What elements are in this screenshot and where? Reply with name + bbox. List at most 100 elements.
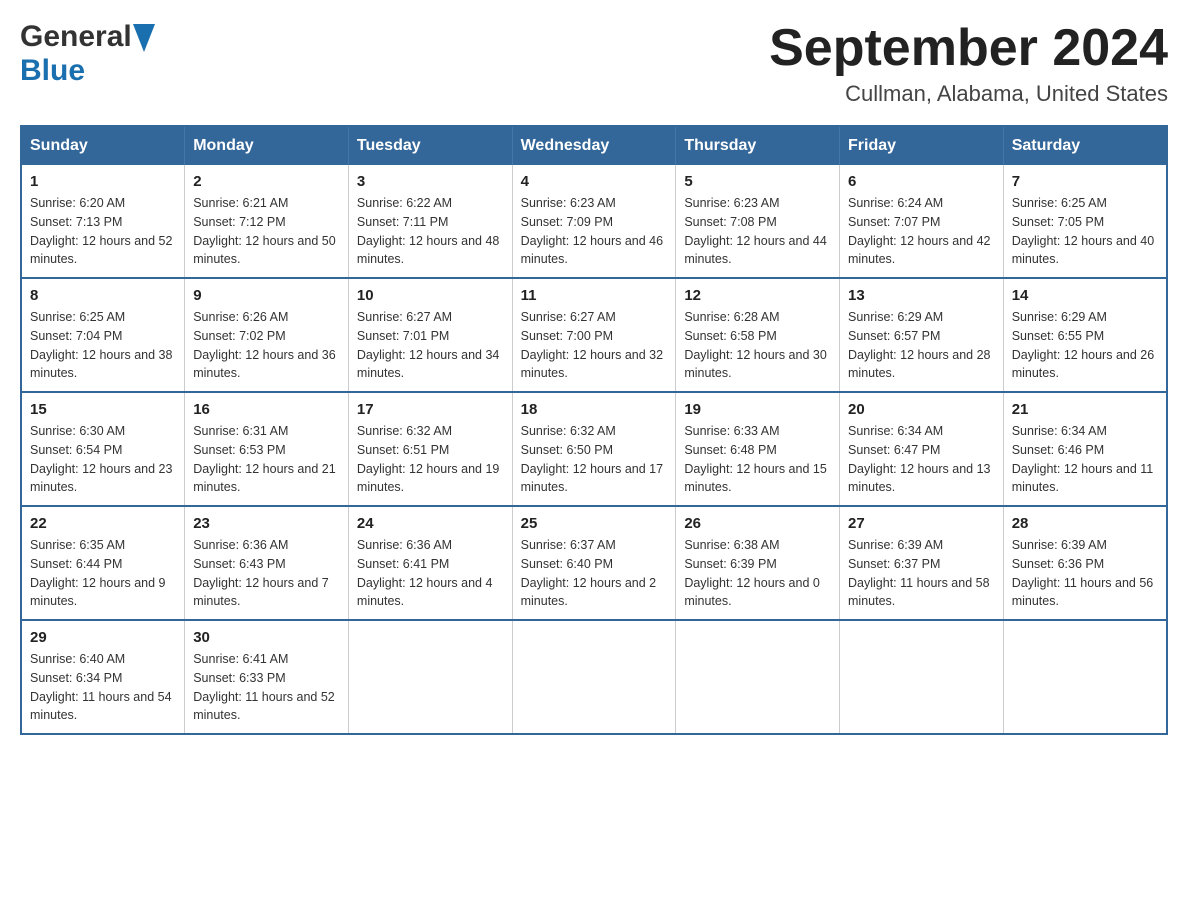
day-info: Sunrise: 6:29 AMSunset: 6:57 PMDaylight:… <box>848 308 995 383</box>
col-header-sunday: Sunday <box>21 126 185 165</box>
day-number: 21 <box>1012 401 1158 418</box>
day-number: 13 <box>848 287 995 304</box>
calendar-cell: 13 Sunrise: 6:29 AMSunset: 6:57 PMDayligh… <box>840 278 1004 392</box>
day-info: Sunrise: 6:35 AMSunset: 6:44 PMDaylight:… <box>30 536 176 611</box>
day-info: Sunrise: 6:31 AMSunset: 6:53 PMDaylight:… <box>193 422 340 497</box>
calendar-cell <box>512 620 676 734</box>
day-info: Sunrise: 6:32 AMSunset: 6:51 PMDaylight:… <box>357 422 504 497</box>
calendar-cell: 14Sunrise: 6:29 AMSunset: 6:55 PMDayligh… <box>1003 278 1167 392</box>
subtitle: Cullman, Alabama, United States <box>769 81 1168 107</box>
day-info: Sunrise: 6:38 AMSunset: 6:39 PMDaylight:… <box>684 536 831 611</box>
title-section: September 2024 Cullman, Alabama, United … <box>769 20 1168 107</box>
calendar-cell: 2 Sunrise: 6:21 AMSunset: 7:12 PMDaylight… <box>185 165 349 278</box>
day-number: 4 <box>521 173 668 190</box>
calendar-cell: 1 Sunrise: 6:20 AMSunset: 7:13 PMDaylight… <box>21 165 185 278</box>
day-info: Sunrise: 6:21 AMSunset: 7:12 PMDaylight:… <box>193 194 340 269</box>
day-number: 6 <box>848 173 995 190</box>
calendar-cell <box>676 620 840 734</box>
day-info: Sunrise: 6:29 AMSunset: 6:55 PMDaylight:… <box>1012 308 1158 383</box>
calendar-cell: 4Sunrise: 6:23 AMSunset: 7:09 PMDaylight… <box>512 165 676 278</box>
calendar-cell: 24Sunrise: 6:36 AMSunset: 6:41 PMDayligh… <box>348 506 512 620</box>
calendar-cell: 12Sunrise: 6:28 AMSunset: 6:58 PMDayligh… <box>676 278 840 392</box>
calendar-cell: 10 Sunrise: 6:27 AMSunset: 7:01 PMDayligh… <box>348 278 512 392</box>
day-info: Sunrise: 6:20 AMSunset: 7:13 PMDaylight:… <box>30 194 176 269</box>
calendar-cell: 7 Sunrise: 6:25 AMSunset: 7:05 PMDaylight… <box>1003 165 1167 278</box>
calendar-header-row: SundayMondayTuesdayWednesdayThursdayFrid… <box>21 126 1167 165</box>
day-number: 26 <box>684 515 831 532</box>
day-number: 20 <box>848 401 995 418</box>
col-header-thursday: Thursday <box>676 126 840 165</box>
calendar-cell: 18 Sunrise: 6:32 AMSunset: 6:50 PMDayligh… <box>512 392 676 506</box>
day-number: 8 <box>30 287 176 304</box>
calendar-cell <box>840 620 1004 734</box>
day-info: Sunrise: 6:27 AMSunset: 7:00 PMDaylight:… <box>521 308 668 383</box>
day-info: Sunrise: 6:27 AMSunset: 7:01 PMDaylight:… <box>357 308 504 383</box>
day-number: 15 <box>30 401 176 418</box>
col-header-friday: Friday <box>840 126 1004 165</box>
day-info: Sunrise: 6:41 AMSunset: 6:33 PMDaylight:… <box>193 650 340 725</box>
calendar-week-row: 22Sunrise: 6:35 AMSunset: 6:44 PMDayligh… <box>21 506 1167 620</box>
day-number: 3 <box>357 173 504 190</box>
day-info: Sunrise: 6:30 AMSunset: 6:54 PMDaylight:… <box>30 422 176 497</box>
calendar-cell: 20 Sunrise: 6:34 AMSunset: 6:47 PMDayligh… <box>840 392 1004 506</box>
calendar-cell: 6 Sunrise: 6:24 AMSunset: 7:07 PMDaylight… <box>840 165 1004 278</box>
calendar-cell: 8 Sunrise: 6:25 AMSunset: 7:04 PMDaylight… <box>21 278 185 392</box>
col-header-wednesday: Wednesday <box>512 126 676 165</box>
logo-blue-text: Blue <box>20 54 85 88</box>
calendar-week-row: 29Sunrise: 6:40 AMSunset: 6:34 PMDayligh… <box>21 620 1167 734</box>
calendar-cell: 23 Sunrise: 6:36 AMSunset: 6:43 PMDayligh… <box>185 506 349 620</box>
col-header-tuesday: Tuesday <box>348 126 512 165</box>
day-number: 24 <box>357 515 504 532</box>
calendar-cell: 22Sunrise: 6:35 AMSunset: 6:44 PMDayligh… <box>21 506 185 620</box>
calendar-cell: 26 Sunrise: 6:38 AMSunset: 6:39 PMDayligh… <box>676 506 840 620</box>
calendar-cell: 11 Sunrise: 6:27 AMSunset: 7:00 PMDayligh… <box>512 278 676 392</box>
calendar-cell: 28 Sunrise: 6:39 AMSunset: 6:36 PMDayligh… <box>1003 506 1167 620</box>
day-info: Sunrise: 6:25 AMSunset: 7:05 PMDaylight:… <box>1012 194 1158 269</box>
day-number: 9 <box>193 287 340 304</box>
col-header-monday: Monday <box>185 126 349 165</box>
page-header: General Blue September 2024 Cullman, Ala… <box>20 20 1168 107</box>
day-number: 10 <box>357 287 504 304</box>
calendar-cell: 5Sunrise: 6:23 AMSunset: 7:08 PMDaylight… <box>676 165 840 278</box>
calendar-cell: 9 Sunrise: 6:26 AMSunset: 7:02 PMDaylight… <box>185 278 349 392</box>
day-number: 18 <box>521 401 668 418</box>
day-info: Sunrise: 6:34 AMSunset: 6:47 PMDaylight:… <box>848 422 995 497</box>
calendar-cell: 29Sunrise: 6:40 AMSunset: 6:34 PMDayligh… <box>21 620 185 734</box>
calendar-cell: 25Sunrise: 6:37 AMSunset: 6:40 PMDayligh… <box>512 506 676 620</box>
calendar-cell: 30 Sunrise: 6:41 AMSunset: 6:33 PMDayligh… <box>185 620 349 734</box>
logo-arrow-icon <box>133 24 155 52</box>
calendar-cell: 3 Sunrise: 6:22 AMSunset: 7:11 PMDaylight… <box>348 165 512 278</box>
day-number: 27 <box>848 515 995 532</box>
day-info: Sunrise: 6:26 AMSunset: 7:02 PMDaylight:… <box>193 308 340 383</box>
day-info: Sunrise: 6:32 AMSunset: 6:50 PMDaylight:… <box>521 422 668 497</box>
day-number: 16 <box>193 401 340 418</box>
calendar-cell: 15 Sunrise: 6:30 AMSunset: 6:54 PMDayligh… <box>21 392 185 506</box>
day-number: 30 <box>193 629 340 646</box>
day-info: Sunrise: 6:22 AMSunset: 7:11 PMDaylight:… <box>357 194 504 269</box>
day-info: Sunrise: 6:24 AMSunset: 7:07 PMDaylight:… <box>848 194 995 269</box>
logo-general-text: General <box>20 20 132 54</box>
calendar-cell: 16 Sunrise: 6:31 AMSunset: 6:53 PMDayligh… <box>185 392 349 506</box>
calendar-week-row: 1 Sunrise: 6:20 AMSunset: 7:13 PMDaylight… <box>21 165 1167 278</box>
day-number: 23 <box>193 515 340 532</box>
day-info: Sunrise: 6:40 AMSunset: 6:34 PMDaylight:… <box>30 650 176 725</box>
day-number: 12 <box>684 287 831 304</box>
day-number: 7 <box>1012 173 1158 190</box>
day-number: 19 <box>684 401 831 418</box>
col-header-saturday: Saturday <box>1003 126 1167 165</box>
day-number: 5 <box>684 173 831 190</box>
calendar-cell: 27 Sunrise: 6:39 AMSunset: 6:37 PMDayligh… <box>840 506 1004 620</box>
calendar-week-row: 8 Sunrise: 6:25 AMSunset: 7:04 PMDaylight… <box>21 278 1167 392</box>
day-info: Sunrise: 6:39 AMSunset: 6:36 PMDaylight:… <box>1012 536 1158 611</box>
day-info: Sunrise: 6:33 AMSunset: 6:48 PMDaylight:… <box>684 422 831 497</box>
day-number: 1 <box>30 173 176 190</box>
day-info: Sunrise: 6:39 AMSunset: 6:37 PMDaylight:… <box>848 536 995 611</box>
calendar-cell: 17Sunrise: 6:32 AMSunset: 6:51 PMDayligh… <box>348 392 512 506</box>
day-number: 28 <box>1012 515 1158 532</box>
day-number: 11 <box>521 287 668 304</box>
day-info: Sunrise: 6:25 AMSunset: 7:04 PMDaylight:… <box>30 308 176 383</box>
day-info: Sunrise: 6:36 AMSunset: 6:43 PMDaylight:… <box>193 536 340 611</box>
day-info: Sunrise: 6:37 AMSunset: 6:40 PMDaylight:… <box>521 536 668 611</box>
calendar-table: SundayMondayTuesdayWednesdayThursdayFrid… <box>20 125 1168 735</box>
day-number: 2 <box>193 173 340 190</box>
